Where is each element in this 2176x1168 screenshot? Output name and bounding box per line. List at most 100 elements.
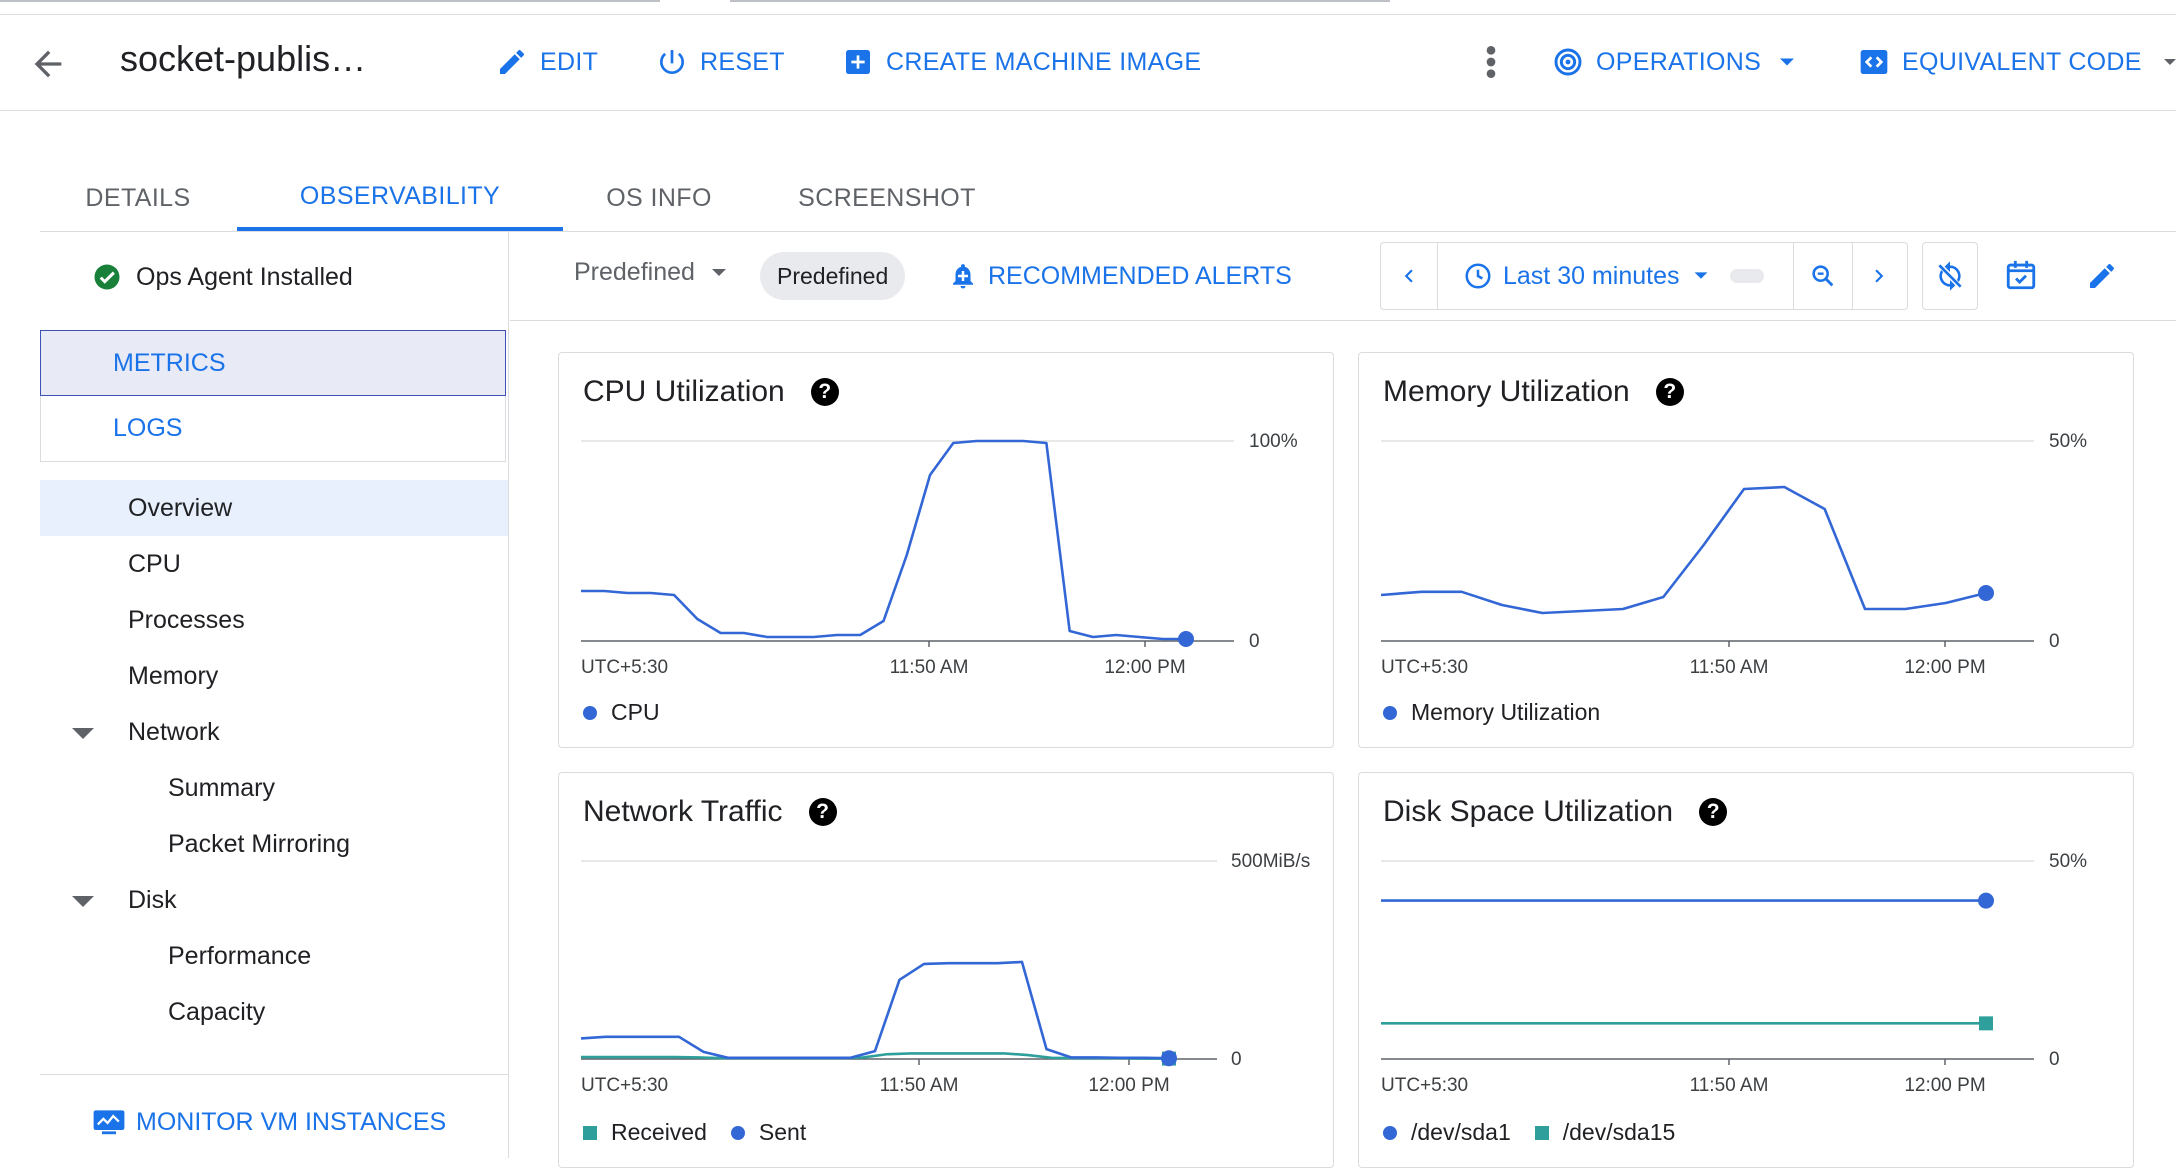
legend-label: Memory Utilization (1411, 699, 1601, 725)
series-end-marker (1979, 1016, 1993, 1031)
legend-swatch (583, 705, 597, 720)
x-tick-label: UTC+5:30 (1381, 1075, 1468, 1096)
monitor-vm-label: MONITOR VM INSTANCES (136, 1108, 447, 1136)
y-tick-label: 0 (2049, 1049, 2060, 1070)
nav-item-cpu[interactable]: CPU (128, 550, 181, 579)
x-tick-label: 11:50 AM (890, 657, 969, 678)
metrics-toggle[interactable]: METRICS (40, 330, 506, 396)
create-machine-image-label: CREATE MACHINE IMAGE (886, 47, 1202, 76)
legend-label: /dev/sda1 (1411, 1119, 1511, 1145)
tab-observability[interactable]: OBSERVABILITY (237, 165, 563, 231)
x-tick-label: 11:50 AM (1690, 657, 1769, 678)
dropdown-arrow-icon (1694, 272, 1707, 279)
add-box-icon (846, 50, 870, 74)
series-line-1 (580, 960, 1170, 1060)
x-tick-label: 11:50 AM (1690, 1075, 1769, 1096)
time-forward-button[interactable] (1851, 243, 1907, 309)
zoom-button[interactable] (1793, 243, 1853, 309)
edit-dashboard-icon[interactable] (2086, 260, 2120, 294)
network-traffic-card: Network Traffic ? 500MiB/s 0 UTC+5:30 11:50… (558, 772, 1334, 1168)
x-tick-label: 11:50 AM (880, 1075, 959, 1096)
time-range-select[interactable]: Last 30 minutes (1437, 243, 1793, 309)
equivalent-code-label: EQUIVALENT CODE (1902, 47, 2142, 76)
monitor-icon (93, 1109, 125, 1134)
y-tick-label: 0 (1231, 1049, 1242, 1070)
reset-label: RESET (700, 47, 785, 76)
nav-item-disk[interactable]: Disk (128, 886, 177, 915)
nav-item-packet-mirroring[interactable]: Packet Mirroring (168, 830, 350, 859)
network-legend: Received Sent (583, 1119, 806, 1146)
nav-item-memory[interactable]: Memory (128, 662, 218, 691)
legend-swatch (1383, 705, 1397, 720)
sidebar-divider (40, 1074, 508, 1075)
edit-button[interactable]: EDIT (496, 14, 598, 110)
legend-label: Received (611, 1119, 707, 1145)
x-tick-label: UTC+5:30 (581, 1075, 668, 1096)
nav-item-disk-capacity[interactable]: Capacity (168, 998, 265, 1027)
code-icon (1860, 50, 1888, 74)
series-line-0 (1380, 485, 1987, 615)
calendar-icon[interactable] (2004, 258, 2042, 296)
legend-swatch (730, 1125, 745, 1140)
strip-segment (730, 0, 1390, 2)
x-tick-label: UTC+5:30 (581, 657, 668, 678)
disk-space-card: Disk Space Utilization ? 50% 0 UTC+5:30 11:… (1358, 772, 2134, 1168)
nav-item-disk-performance[interactable]: Performance (168, 942, 311, 971)
tab-screenshot[interactable]: SCREENSHOT (754, 165, 1020, 231)
reset-button[interactable]: RESET (656, 14, 785, 110)
nav-item-overview[interactable]: Overview (128, 494, 232, 523)
operations-icon (1554, 48, 1582, 76)
expand-disk-icon[interactable] (72, 896, 94, 907)
dropdown-arrow-icon (711, 268, 726, 276)
page-title: socket-publis… (120, 38, 367, 79)
nav-item-network-summary[interactable]: Summary (168, 774, 275, 803)
time-back-button[interactable] (1381, 243, 1438, 309)
series-end-marker (1978, 585, 1994, 601)
tab-os-info[interactable]: OS INFO (564, 165, 754, 231)
tab-details[interactable]: DETAILS (40, 165, 236, 231)
observability-sidebar: Ops Agent Installed METRICS LOGS Overvie… (40, 232, 509, 1158)
recommended-alerts-label: RECOMMENDED ALERTS (988, 261, 1292, 290)
logs-toggle[interactable]: LOGS (40, 396, 506, 462)
edit-label: EDIT (540, 47, 599, 76)
nav-item-processes[interactable]: Processes (128, 606, 245, 635)
overflow-arrow-icon[interactable] (2164, 58, 2176, 70)
live-toggle[interactable] (1729, 269, 1764, 283)
dashboard-select[interactable]: Predefined (574, 258, 731, 287)
x-tick-label: 12:00 PM (1104, 657, 1185, 678)
series-end-marker (1161, 1050, 1177, 1067)
recommended-alerts-button[interactable]: RECOMMENDED ALERTS (948, 254, 1292, 298)
monitor-vm-instances-link[interactable]: MONITOR VM INSTANCES (92, 1108, 446, 1137)
operations-button[interactable]: OPERATIONS (1552, 14, 1801, 110)
more-vert-icon[interactable] (1476, 42, 1506, 82)
y-tick-label: 50% (2049, 851, 2087, 872)
pencil-icon (500, 49, 524, 74)
create-machine-image-button[interactable]: CREATE MACHINE IMAGE (842, 14, 1201, 110)
network-chart: 500MiB/s 0 UTC+5:30 11:50 AM 12:00 PM (580, 851, 1310, 1096)
x-tick-label: 12:00 PM (1088, 1075, 1169, 1096)
cpu-utilization-card: CPU Utilization ? 100% 0 UTC+5:30 11:50 AM 1… (558, 352, 1334, 748)
expand-network-icon[interactable] (72, 728, 94, 739)
memory-legend: Memory Utilization (1383, 699, 1600, 726)
series-end-marker (1978, 892, 1994, 909)
chevron-left-icon (1404, 269, 1413, 283)
legend-label: Sent (758, 1119, 807, 1145)
strip-segment (0, 0, 660, 2)
instance-header: socket-publis… EDIT RESET CREATE MACHINE… (0, 14, 2176, 111)
series-line-0 (581, 439, 1186, 641)
legend-swatch (1383, 1125, 1397, 1140)
equivalent-code-button[interactable]: EQUIVALENT CODE (1858, 14, 2142, 110)
back-arrow-icon[interactable] (28, 44, 68, 84)
y-tick-label: 500MiB/s (1231, 851, 1310, 872)
dashboard-toolbar: Predefined Predefined RECOMMENDED ALERTS… (510, 232, 2176, 321)
cpu-legend: CPU (583, 699, 660, 726)
y-tick-label: 100% (1249, 431, 1298, 452)
sync-off-button[interactable] (1922, 242, 1978, 310)
check-circle-icon (94, 264, 120, 290)
instance-tabs: DETAILS OBSERVABILITY OS INFO SCREENSHOT (40, 165, 2176, 232)
predefined-chip[interactable]: Predefined (760, 252, 906, 300)
y-tick-label: 0 (1249, 631, 1260, 652)
x-tick-label: 12:00 PM (1904, 1075, 1985, 1096)
nav-item-network[interactable]: Network (128, 718, 220, 747)
x-tick-label: UTC+5:30 (1381, 657, 1468, 678)
